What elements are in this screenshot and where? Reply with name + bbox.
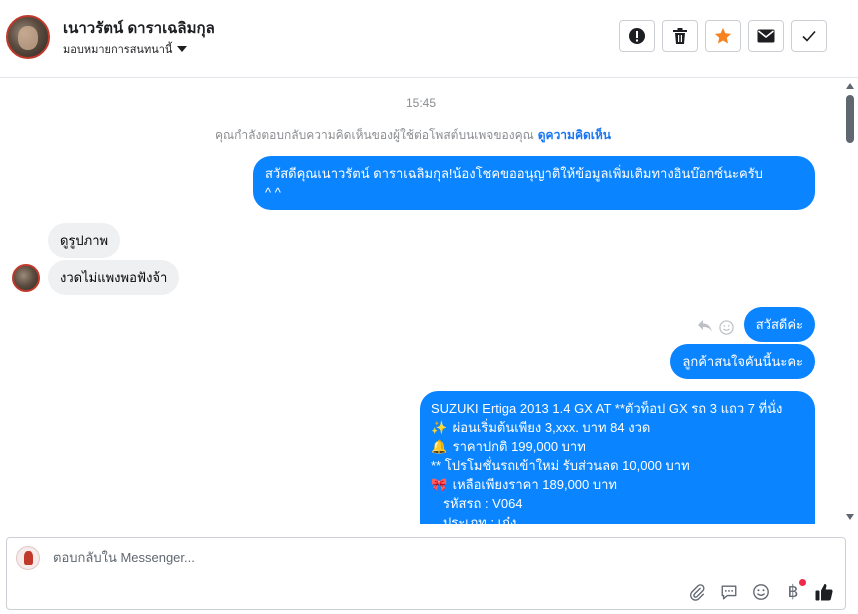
- trash-icon: [673, 28, 687, 44]
- notification-dot: [799, 579, 806, 586]
- mark-done-button[interactable]: [791, 20, 827, 52]
- message-text: งวดไม่แพงพอฟังจ้า: [60, 270, 168, 285]
- scroll-up-arrow-icon[interactable]: [846, 83, 854, 89]
- message-line: ** โปรโมชั่นรถเข้าใหม่ รับส่วนลด 10,000 …: [431, 456, 804, 475]
- emoji-button[interactable]: [750, 581, 772, 603]
- mark-spam-button[interactable]: [619, 20, 655, 52]
- contact-name[interactable]: เนาวรัตน์ ดาราเฉลิมกุล: [63, 16, 215, 40]
- message-text: ^ ^: [265, 185, 281, 200]
- mark-unread-button[interactable]: [748, 20, 784, 52]
- reply-input[interactable]: [51, 549, 655, 566]
- message-line: รหัสรถ : V064: [431, 494, 804, 513]
- baht-icon: ฿: [787, 582, 799, 601]
- star-icon: [714, 27, 732, 44]
- message-line: ประเภท : เก๋ง: [431, 513, 804, 524]
- message-line: 🎀 เหลือเพียงราคา 189,000 บาท: [431, 475, 804, 494]
- message-text: ประเภท : เก๋ง: [443, 515, 517, 524]
- message-timestamp: 15:45: [405, 96, 437, 110]
- paperclip-icon: [690, 584, 705, 601]
- mail-icon: [757, 29, 775, 43]
- saved-replies-button[interactable]: [718, 581, 740, 603]
- scrollbar-thumb[interactable]: [846, 95, 854, 143]
- contact-avatar-small: [12, 264, 40, 292]
- scroll-down-arrow-icon[interactable]: [846, 514, 854, 520]
- alert-icon: [629, 28, 645, 44]
- assign-conversation-dropdown[interactable]: มอบหมายการสนทนานี้: [63, 40, 188, 58]
- check-icon: [802, 30, 816, 42]
- message-bubble-outgoing[interactable]: SUZUKI Ertiga 2013 1.4 GX AT **ตัวท็อป G…: [420, 391, 815, 524]
- message-bubble-outgoing[interactable]: ลูกค้าสนใจคันนี้นะคะ: [670, 344, 815, 379]
- emoji-icon: [753, 584, 769, 600]
- message-text: ลูกค้าสนใจคันนี้นะคะ: [682, 354, 803, 369]
- message-line: SUZUKI Ertiga 2013 1.4 GX AT **ตัวท็อป G…: [431, 399, 804, 418]
- message-bubble-incoming[interactable]: ดูรูปภาพ: [48, 223, 121, 258]
- contact-avatar[interactable]: [6, 15, 50, 59]
- sparkles-icon: ✨: [431, 420, 448, 435]
- comment-reply-notice: คุณกำลังตอบกลับความคิดเห็นของผู้ใช้ต่อโพ…: [0, 126, 826, 145]
- page-avatar: [16, 546, 40, 570]
- message-text: ราคาปกติ 199,000 บาท: [452, 439, 586, 454]
- message-thread[interactable]: 15:45 คุณกำลังตอบกลับความคิดเห็นของผู้ใช…: [0, 78, 842, 524]
- message-text: ดูรูปภาพ: [60, 233, 109, 248]
- bell-icon: 🔔: [431, 439, 448, 454]
- conversation-header: เนาวรัตน์ ดาราเฉลิมกุล มอบหมายการสนทนานี…: [0, 0, 858, 78]
- reply-composer: ฿: [6, 537, 846, 610]
- message-bubble-outgoing[interactable]: สวัสดีค่ะ: [743, 307, 815, 342]
- message-text: SUZUKI Ertiga 2013 1.4 GX AT **ตัวท็อป G…: [431, 401, 783, 416]
- ribbon-icon: 🎀: [431, 477, 448, 492]
- assign-label: มอบหมายการสนทนานี้: [63, 44, 173, 56]
- view-comment-link[interactable]: ดูความคิดเห็น: [538, 128, 611, 142]
- thread-scrollbar[interactable]: [842, 78, 858, 524]
- react-emoji-icon[interactable]: [719, 320, 734, 335]
- message-bubble-incoming[interactable]: งวดไม่แพงพอฟังจ้า: [48, 260, 180, 295]
- message-bubble-outgoing[interactable]: สวัสดีคุณเนาวรัตน์ ดาราเฉลิมกุล!น้องโชคข…: [253, 156, 815, 210]
- caret-down-icon: [177, 46, 188, 52]
- notice-text: คุณกำลังตอบกลับความคิดเห็นของผู้ใช้ต่อโพ…: [215, 128, 534, 142]
- message-text: สวัสดีค่ะ: [755, 317, 803, 332]
- message-text: เหลือเพียงราคา 189,000 บาท: [452, 477, 618, 492]
- delete-button[interactable]: [662, 20, 698, 52]
- like-button[interactable]: [813, 581, 835, 603]
- message-line: ✨ ผ่อนเริ่มต้นเพียง 3,xxx. บาท 84 งวด: [431, 418, 804, 437]
- like-icon: [815, 584, 833, 601]
- message-text: ผ่อนเริ่มต้นเพียง 3,xxx. บาท 84 งวด: [452, 420, 651, 435]
- saved-reply-icon: [721, 585, 737, 600]
- message-text: ** โปรโมชั่นรถเข้าใหม่ รับส่วนลด 10,000 …: [431, 458, 690, 473]
- reply-icon[interactable]: [697, 319, 713, 333]
- message-text: สวัสดีคุณเนาวรัตน์ ดาราเฉลิมกุล!น้องโชคข…: [265, 166, 763, 181]
- star-button[interactable]: [705, 20, 741, 52]
- message-line: 🔔 ราคาปกติ 199,000 บาท: [431, 437, 804, 456]
- message-text: รหัสรถ : V064: [443, 496, 523, 511]
- attach-button[interactable]: [686, 581, 708, 603]
